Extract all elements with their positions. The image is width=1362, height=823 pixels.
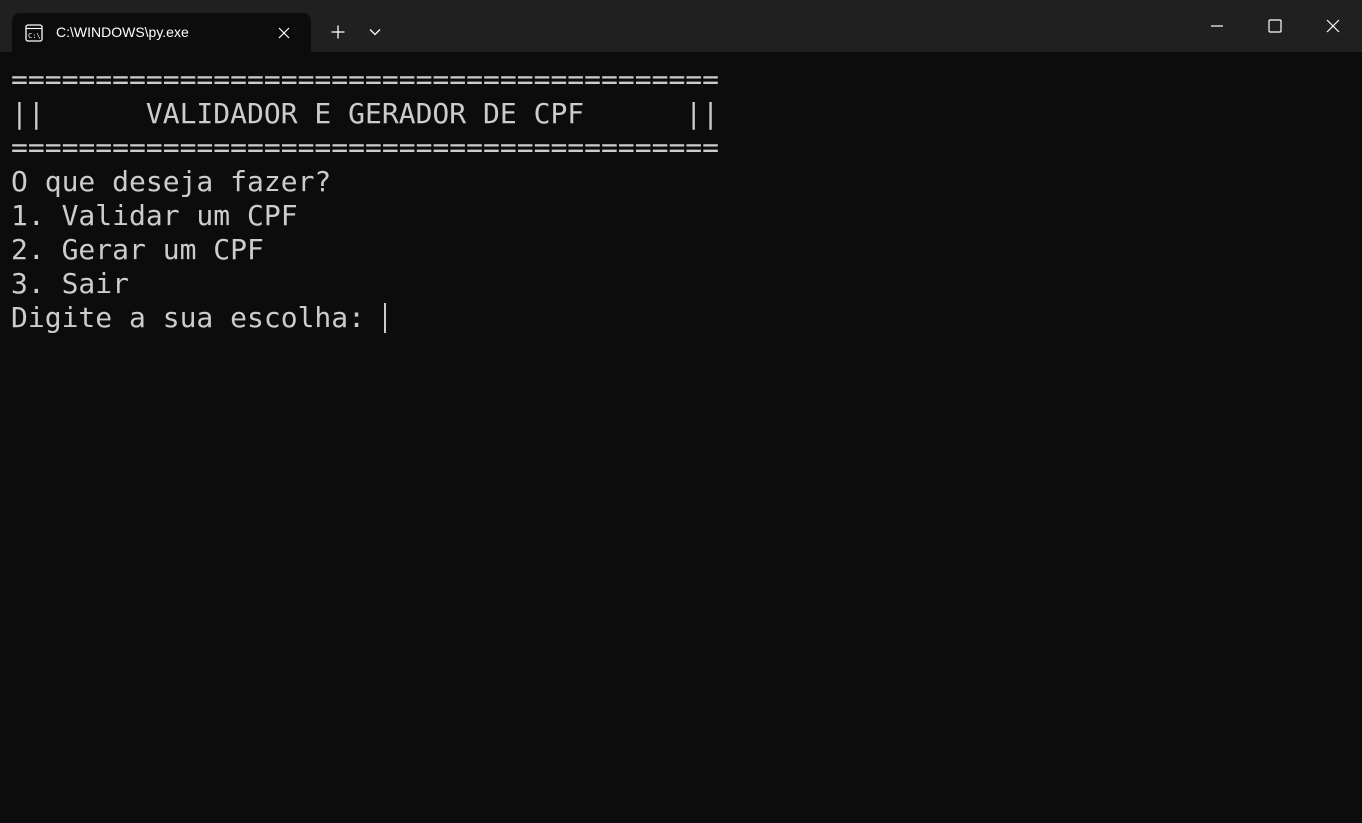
banner-bottom-border: ========================================… xyxy=(11,131,720,164)
title-bar: C:\ C:\WINDOWS\py.exe xyxy=(0,0,1362,52)
text-cursor xyxy=(384,303,386,333)
menu-option-exit: 3. Sair xyxy=(11,267,130,300)
minimize-button[interactable] xyxy=(1188,0,1246,52)
terminal-icon: C:\ xyxy=(25,24,43,42)
banner-title: || VALIDADOR E GERADOR DE CPF || xyxy=(11,97,720,130)
minimize-icon xyxy=(1211,25,1223,27)
close-icon xyxy=(278,27,290,39)
terminal-tab[interactable]: C:\ C:\WINDOWS\py.exe xyxy=(12,13,311,52)
svg-text:C:\: C:\ xyxy=(28,32,41,40)
input-prompt: Digite a sua escolha: xyxy=(11,301,382,334)
new-tab-button[interactable] xyxy=(321,17,355,47)
close-icon xyxy=(1326,19,1340,33)
tab-title: C:\WINDOWS\py.exe xyxy=(56,24,189,40)
tab-close-button[interactable] xyxy=(274,23,294,43)
tab-dropdown-button[interactable] xyxy=(360,17,390,47)
maximize-button[interactable] xyxy=(1246,0,1304,52)
menu-prompt: O que deseja fazer? xyxy=(11,165,332,198)
plus-icon xyxy=(331,25,345,39)
chevron-down-icon xyxy=(369,29,381,36)
menu-option-generate: 2. Gerar um CPF xyxy=(11,233,264,266)
menu-option-validate: 1. Validar um CPF xyxy=(11,199,298,232)
maximize-icon xyxy=(1268,19,1282,33)
terminal-output[interactable]: ========================================… xyxy=(0,52,1362,823)
banner-top-border: ========================================… xyxy=(11,63,720,96)
close-window-button[interactable] xyxy=(1304,0,1362,52)
